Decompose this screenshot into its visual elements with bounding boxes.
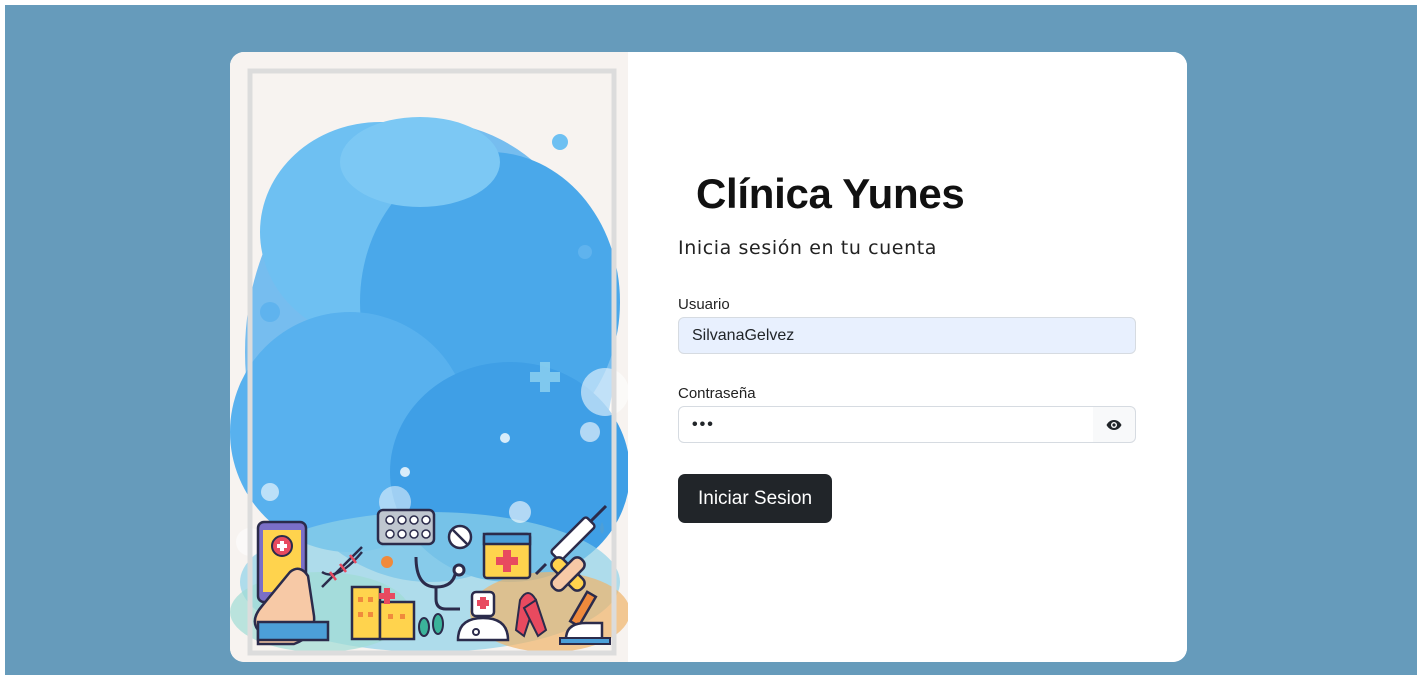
login-card: Clínica Yunes Inicia sesión en tu cuenta… bbox=[230, 52, 1187, 662]
illustration-canvas bbox=[230, 68, 628, 656]
medical-illustration-panel bbox=[230, 52, 628, 662]
pill-pack-icon bbox=[376, 508, 436, 546]
password-input[interactable] bbox=[678, 406, 1094, 443]
username-label: Usuario bbox=[678, 296, 730, 313]
toggle-password-visibility-button[interactable] bbox=[1093, 406, 1136, 443]
login-form: Clínica Yunes Inicia sesión en tu cuenta… bbox=[628, 52, 1187, 662]
eye-icon bbox=[1106, 419, 1122, 430]
clinic-name: Clínica Yunes bbox=[696, 170, 965, 217]
login-button[interactable]: Iniciar Sesion bbox=[678, 474, 832, 523]
login-subtitle: Inicia sesión en tu cuenta bbox=[678, 237, 938, 259]
username-input[interactable] bbox=[678, 317, 1136, 354]
medical-browser-icon bbox=[482, 532, 532, 580]
password-label: Contraseña bbox=[678, 385, 756, 402]
